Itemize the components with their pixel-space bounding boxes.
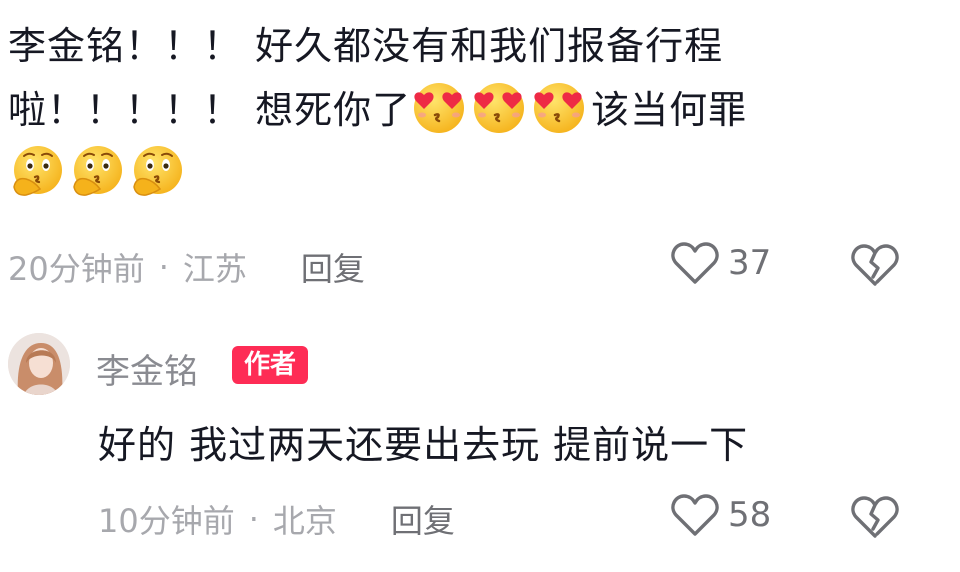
heart-eyes-kiss-emoji (411, 79, 467, 135)
author-badge: 作者 (232, 346, 309, 384)
reply-button[interactable]: 回复 (301, 244, 365, 290)
heart-icon (670, 240, 720, 286)
heart-eyes-kiss-emoji (531, 79, 587, 135)
reply-meta: 10分钟前 · 北京 回复 (98, 496, 455, 542)
comment-text: 李金铭！！！ 好久都没有和我们报备行程 啦！！！！！ 想死你了 该当何罪 (8, 14, 908, 206)
broken-heart-icon (850, 494, 900, 540)
separator-dot: · (158, 248, 169, 286)
like-count: 58 (728, 495, 772, 535)
reply-time: 10分钟前 (98, 502, 235, 540)
heart-icon (670, 492, 720, 538)
like-count: 37 (728, 243, 772, 283)
thinking-emoji (68, 143, 124, 199)
reply-location: 北京 (272, 502, 337, 540)
dislike-button[interactable] (850, 242, 900, 288)
comment-line-1: 李金铭！！！ 好久都没有和我们报备行程 (8, 24, 724, 68)
broken-heart-icon (850, 242, 900, 288)
avatar[interactable] (8, 333, 70, 395)
like-button[interactable]: 37 (670, 240, 771, 286)
comment-time: 20分钟前 (8, 250, 145, 288)
thinking-emoji (128, 143, 184, 199)
comment-line-2-end: 该当何罪 (591, 88, 748, 132)
comment-line-2: 啦！！！！！ 想死你了 (8, 88, 412, 132)
separator-dot: · (248, 500, 259, 538)
heart-eyes-kiss-emoji (471, 79, 527, 135)
reply-text: 好的 我过两天还要出去玩 提前说一下 (98, 423, 749, 467)
like-button[interactable]: 58 (670, 492, 771, 538)
reply-button[interactable]: 回复 (391, 496, 455, 542)
thinking-emoji (8, 143, 64, 199)
dislike-button[interactable] (850, 494, 900, 540)
reply-username[interactable]: 李金铭 (96, 344, 198, 393)
comment-location: 江苏 (182, 250, 247, 288)
comment-meta: 20分钟前 · 江苏 回复 (8, 244, 365, 290)
